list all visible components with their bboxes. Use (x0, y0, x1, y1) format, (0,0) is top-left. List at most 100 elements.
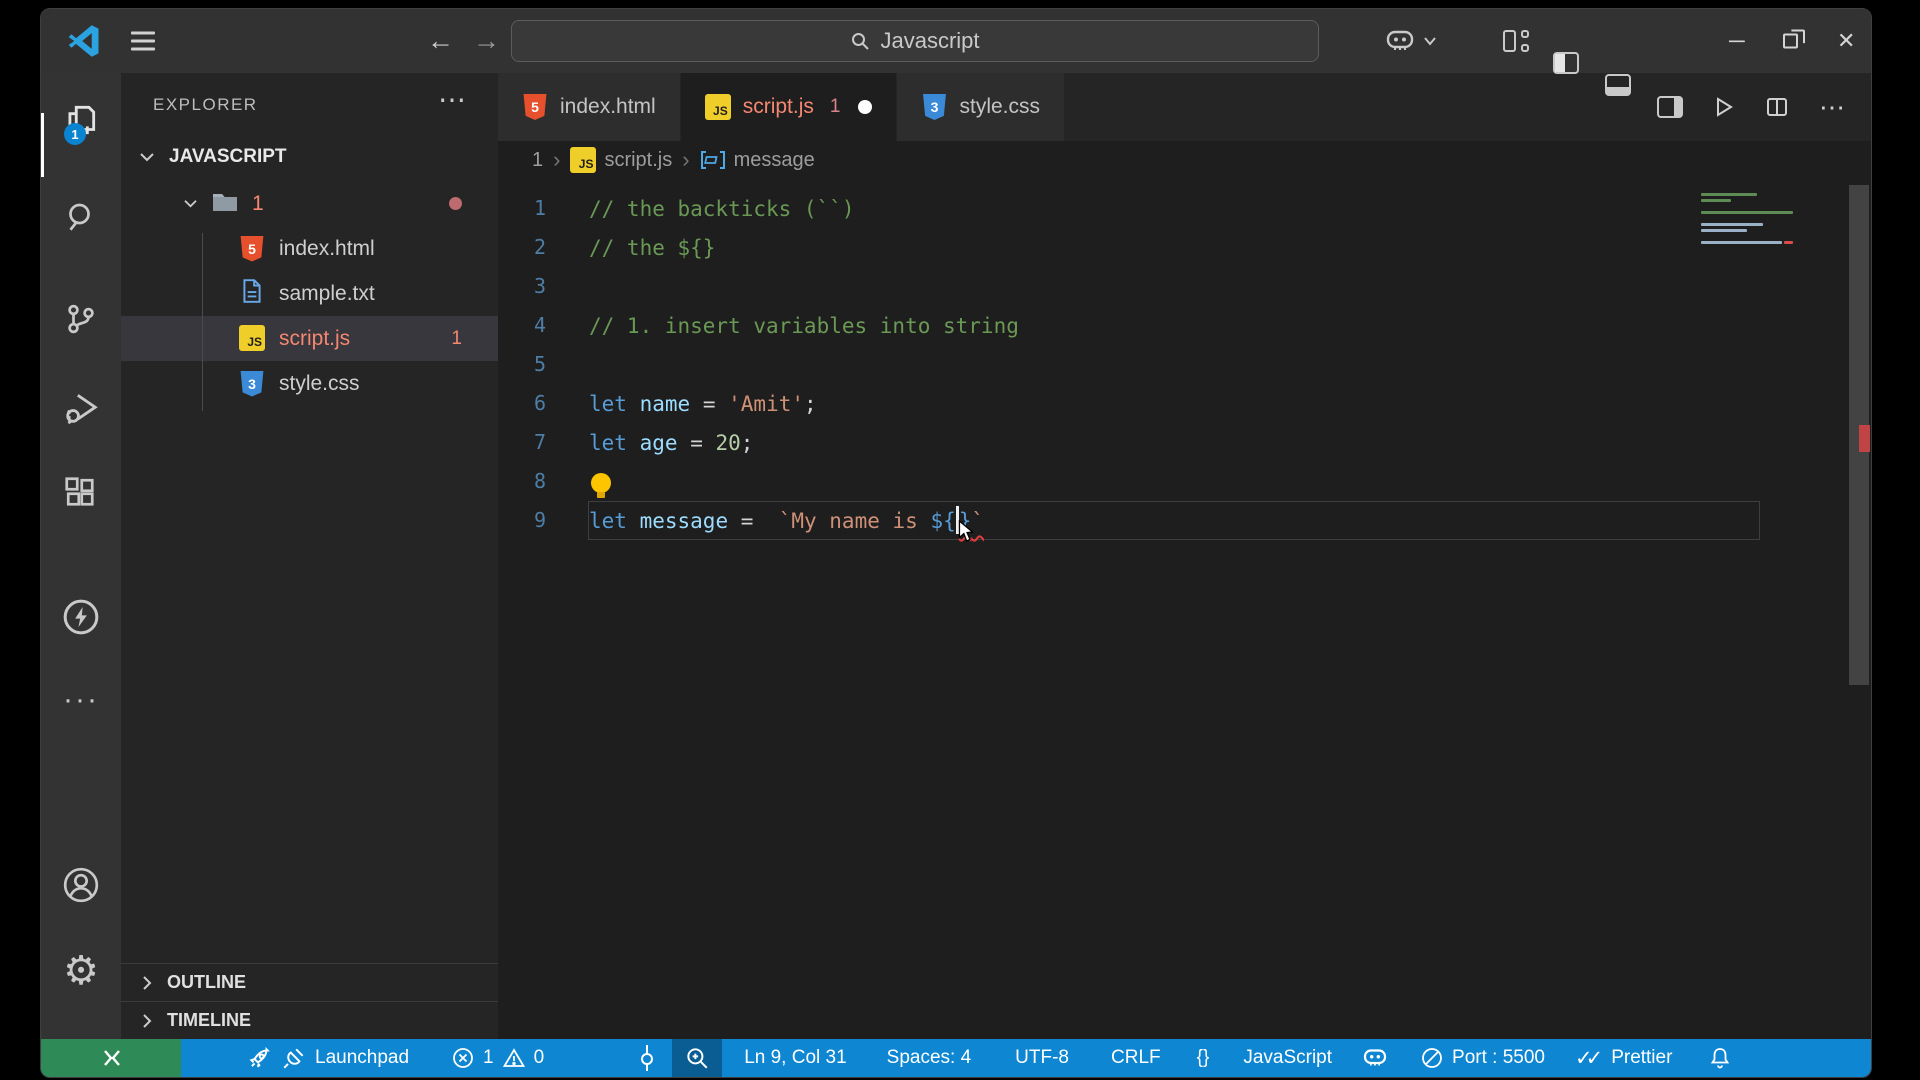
toggle-secondary-sidebar-button[interactable] (1657, 96, 1683, 118)
back-button[interactable]: ← (427, 26, 454, 57)
restore-button[interactable] (1783, 33, 1798, 49)
line-number[interactable]: 2 (498, 228, 546, 267)
timeline-pane-header[interactable]: TIMELINE (121, 1001, 498, 1039)
line-number[interactable]: 8 (498, 462, 546, 501)
tree-item-index-html[interactable]: 5 index.html (121, 226, 498, 271)
sidebar-item-run-debug[interactable] (41, 389, 121, 427)
rocket-icon (247, 1045, 273, 1071)
tab-problem-badge: 1 (829, 96, 841, 117)
language-mode[interactable]: JavaScript (1243, 1047, 1332, 1069)
code-line-9[interactable]: 9 let message = `My name is ${}` (498, 501, 1760, 542)
forward-button[interactable]: → (473, 26, 500, 57)
plug-icon (281, 1045, 307, 1071)
close-button[interactable]: ✕ (1837, 28, 1855, 54)
code-line-1[interactable]: 1// the backticks (``) (498, 189, 1760, 228)
code-line-8[interactable]: 8 (498, 462, 1760, 501)
code-line-2[interactable]: 2// the ${} (498, 228, 1760, 267)
minimap[interactable] (1701, 193, 1793, 247)
sidebar-item-explorer[interactable]: 1 (41, 101, 121, 145)
tab-label: index.html (560, 95, 656, 118)
code-line-7[interactable]: 7 let age = 20; (498, 423, 1760, 462)
split-editor-icon[interactable] (1765, 95, 1789, 119)
breadcrumb-item-message[interactable]: message (700, 149, 815, 172)
text-cursor (955, 506, 974, 542)
problems-button[interactable]: 1 0 (451, 1046, 544, 1070)
encoding-indicator[interactable]: UTF-8 (1015, 1047, 1069, 1069)
tab-script-js[interactable]: JS script.js 1 (680, 73, 898, 141)
outline-pane-header[interactable]: OUTLINE (121, 963, 498, 1001)
minimap-line (1701, 229, 1793, 232)
editor-scrollbar[interactable] (1847, 179, 1871, 1039)
customize-layout-button[interactable] (1503, 30, 1529, 52)
editor-more-actions-icon[interactable]: ⋯ (1819, 92, 1845, 123)
explorer-more-actions-icon[interactable]: ⋯ (438, 83, 468, 116)
account-icon[interactable] (41, 865, 121, 905)
launchpad-button[interactable]: Launchpad (247, 1045, 409, 1071)
screencast-indicator[interactable] (636, 1044, 658, 1072)
chevron-down-icon (139, 151, 155, 163)
copilot-button[interactable] (1385, 29, 1437, 53)
warning-count: 0 (533, 1047, 545, 1068)
activity-bar: 1 ··· ⚙ (41, 73, 121, 1039)
code-line-4[interactable]: 4// 1. insert variables into string (498, 306, 1760, 345)
tree-item-style-css[interactable]: 3 style.css (121, 361, 498, 406)
line-number[interactable]: 3 (498, 267, 546, 306)
tree-item-label: sample.txt (279, 281, 375, 305)
line-number[interactable]: 5 (498, 345, 546, 384)
code-editor[interactable]: 1// the backticks (``) 2// the ${} 3 4// 1.… (498, 179, 1871, 1039)
timeline-label: TIMELINE (167, 1010, 251, 1030)
menu-icon[interactable] (131, 27, 155, 56)
tree-item-sample-txt[interactable]: sample.txt (121, 271, 498, 316)
workspace-section-header[interactable]: JAVASCRIPT (121, 139, 498, 175)
minimize-button[interactable]: ─ (1729, 28, 1745, 54)
indentation-indicator[interactable]: Spaces: 4 (887, 1047, 972, 1069)
toggle-primary-sidebar-button[interactable] (1553, 52, 1579, 74)
tree-item-script-js[interactable]: JS script.js 1 (121, 316, 498, 361)
sidebar-item-live-server[interactable] (41, 597, 121, 637)
tab-style-css[interactable]: 3 style.css (897, 73, 1065, 141)
breadcrumb-item-script-js[interactable]: JS script.js (570, 147, 672, 173)
line-number[interactable]: 7 (498, 423, 546, 462)
sidebar-item-search[interactable] (41, 199, 121, 235)
more-views-icon[interactable]: ··· (41, 685, 121, 715)
command-center-search[interactable]: Javascript (511, 20, 1319, 62)
code-line-6[interactable]: 6 let name = 'Amit'; (498, 384, 1760, 423)
minimap-line (1701, 211, 1793, 214)
remote-indicator[interactable] (41, 1039, 181, 1077)
code-line-3[interactable]: 3 (498, 267, 1760, 306)
search-value: Javascript (880, 28, 980, 53)
modified-dot[interactable] (858, 100, 873, 114)
run-code-icon[interactable] (1711, 95, 1735, 119)
notifications-bell[interactable] (1708, 1046, 1732, 1070)
breadcrumb-label: 1 (532, 148, 544, 171)
breadcrumb-item-1[interactable]: 1 (532, 149, 543, 172)
tree-item-label: index.html (279, 236, 375, 260)
css-icon: 3 (923, 94, 946, 120)
sidebar-item-source-control[interactable] (41, 301, 121, 337)
indent-guide (202, 233, 203, 411)
symbol-variable-icon (700, 150, 726, 170)
error-count: 1 (483, 1047, 494, 1068)
html-icon: 5 (240, 235, 264, 262)
eol-indicator[interactable]: CRLF (1111, 1047, 1161, 1069)
brackets-indicator[interactable]: {} (1197, 1047, 1210, 1069)
zoom-in-button[interactable] (672, 1039, 723, 1077)
cursor-position[interactable]: Ln 9, Col 31 (744, 1047, 846, 1069)
port-button[interactable]: Port : 5500 (1420, 1046, 1545, 1070)
lightbulb-icon[interactable] (591, 473, 611, 498)
toggle-panel-button[interactable] (1605, 74, 1631, 96)
tree-item-1[interactable]: 1 (121, 181, 498, 226)
copilot-status-icon[interactable] (1362, 1048, 1388, 1068)
sidebar-item-extensions[interactable] (41, 475, 121, 511)
breadcrumb: 1 › JS script.js › message (498, 141, 1871, 179)
line-number[interactable]: 6 (498, 384, 546, 423)
code-line-5[interactable]: 5 (498, 345, 1760, 384)
line-number[interactable]: 4 (498, 306, 546, 345)
formatter-button[interactable]: ✓✓ Prettier (1575, 1046, 1672, 1071)
error-icon (451, 1046, 475, 1070)
sidebar-bottom-panes: OUTLINE TIMELINE (121, 963, 498, 1039)
line-number[interactable]: 9 (498, 501, 546, 540)
tab-index-html[interactable]: 5 index.html (498, 73, 681, 141)
line-number[interactable]: 1 (498, 189, 546, 228)
settings-gear-icon[interactable]: ⚙ (41, 951, 121, 991)
